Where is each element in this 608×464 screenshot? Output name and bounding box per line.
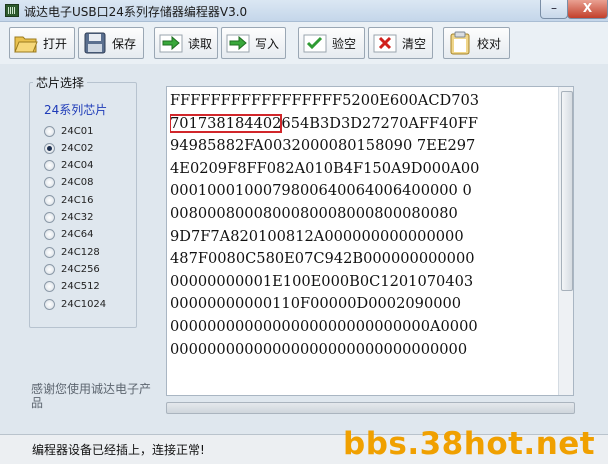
chip-option[interactable]: 24C64	[44, 227, 93, 242]
toolbar: 打开 保存 读取 写入 验空 清空 校对	[0, 22, 608, 64]
hex-line: 9D7F7A820100812A000000000000000	[170, 227, 464, 245]
chip-option[interactable]: 24C128	[44, 245, 100, 260]
highlighted-bytes: 701738184402	[170, 113, 283, 133]
checkmark-icon	[302, 31, 328, 55]
watermark: bbs.38hot.net	[343, 426, 596, 462]
folder-open-icon	[13, 31, 39, 55]
vertical-scrollbar[interactable]	[558, 87, 573, 395]
radio-button[interactable]	[44, 212, 55, 223]
close-button[interactable]: X	[567, 0, 608, 19]
arrow-right-icon	[225, 31, 251, 55]
read-button[interactable]: 读取	[154, 27, 218, 59]
scrollbar-thumb[interactable]	[561, 91, 573, 291]
app-chip-icon	[5, 4, 19, 17]
radio-button-selected[interactable]	[44, 143, 55, 154]
chip-option[interactable]: 24C08	[44, 175, 93, 190]
hex-line: 00000000000000000000000000000000	[170, 340, 468, 358]
radio-button[interactable]	[44, 264, 55, 275]
write-button[interactable]: 写入	[221, 27, 286, 59]
radio-button[interactable]	[44, 195, 55, 206]
open-button[interactable]: 打开	[9, 27, 75, 59]
status-text: 编程器设备已经插上，连接正常!	[32, 443, 205, 457]
clear-button[interactable]: 清空	[368, 27, 433, 59]
chip-option[interactable]: 24C02	[44, 141, 93, 156]
hex-line: 4E0209F8FF082A010B4F150A9D000A00	[170, 159, 480, 177]
hex-line: 0080008000800080008000800080080	[170, 204, 458, 222]
minimize-button[interactable]: –	[540, 0, 568, 19]
radio-button[interactable]	[44, 281, 55, 292]
series-title: 24系列芯片	[44, 103, 108, 117]
hex-line: 701738184402654B3D3D27270AFF40FF	[170, 113, 556, 136]
chip-option[interactable]: 24C01	[44, 124, 93, 139]
arrow-right-icon	[158, 31, 184, 55]
chip-option[interactable]: 24C1024	[44, 297, 106, 312]
radio-button[interactable]	[44, 177, 55, 188]
chip-select-title: 芯片选择	[33, 74, 88, 91]
clipboard-icon	[447, 31, 473, 55]
chip-option[interactable]: 24C512	[44, 279, 100, 294]
radio-button[interactable]	[44, 229, 55, 240]
thanks-text: 感谢您使用诚达电子产品	[31, 382, 152, 410]
save-button[interactable]: 保存	[78, 27, 144, 59]
chip-option[interactable]: 24C32	[44, 210, 93, 225]
chip-option[interactable]: 24C256	[44, 262, 100, 277]
title-bar: 诚达电子USB口24系列存储器编程器V3.0 – X	[0, 0, 608, 22]
hex-line: 0000000000000000000000000000A0000	[170, 317, 478, 335]
hex-lines: FFFFFFFFFFFFFFFFF5200E600ACD703 70173818…	[170, 90, 556, 361]
verify-button[interactable]: 验空	[298, 27, 365, 59]
chip-option[interactable]: 24C16	[44, 193, 93, 208]
hex-line: 00000000000110F00000D0002090000	[170, 295, 462, 313]
radio-button[interactable]	[44, 160, 55, 171]
hex-data-textarea[interactable]: FFFFFFFFFFFFFFFFF5200E600ACD703 70173818…	[166, 86, 574, 396]
hex-line: 00000000001E100E000B0C1201070403	[170, 272, 474, 290]
floppy-disk-icon	[82, 31, 108, 55]
radio-button[interactable]	[44, 247, 55, 258]
check-button[interactable]: 校对	[443, 27, 510, 59]
chip-option[interactable]: 24C04	[44, 158, 93, 173]
hex-line: 94985882FA0032000080158090 7EE297	[170, 137, 476, 155]
hex-line: 487F0080C580E07C942B000000000000	[170, 250, 475, 268]
radio-button[interactable]	[44, 299, 55, 310]
hex-line: FFFFFFFFFFFFFFFFF5200E600ACD703	[170, 92, 480, 109]
hex-line: 0001000100079800640064006400000 0	[170, 182, 472, 200]
progress-bar	[166, 402, 575, 414]
window-title: 诚达电子USB口24系列存储器编程器V3.0	[24, 5, 248, 19]
hex-line-rest: 654B3D3D27270AFF40FF	[281, 114, 479, 132]
radio-button[interactable]	[44, 126, 55, 137]
red-x-icon	[372, 31, 398, 55]
